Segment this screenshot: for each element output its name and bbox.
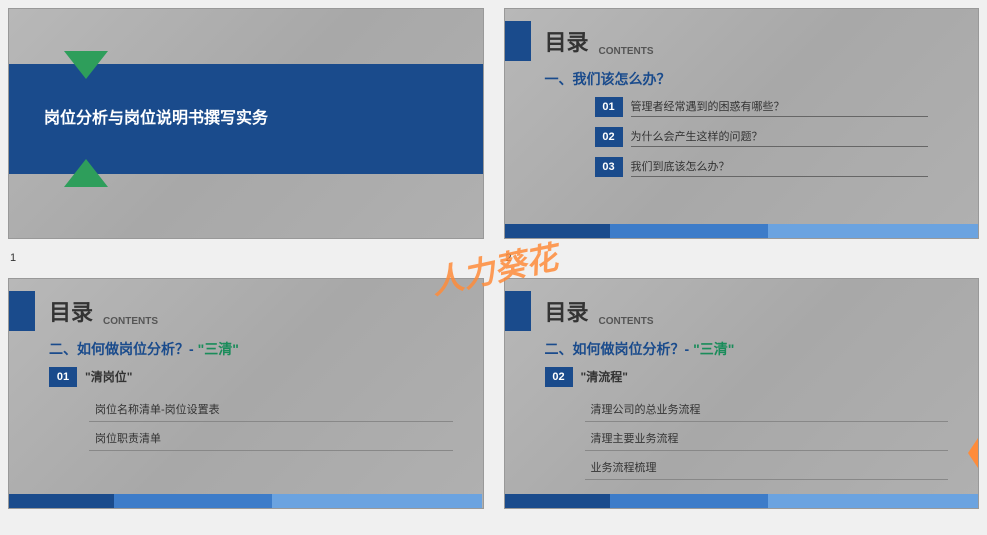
footer-bar bbox=[505, 494, 979, 508]
item-text: 管理者经常遇到的困惑有哪些？ bbox=[631, 98, 929, 117]
header-tab-icon bbox=[9, 291, 35, 331]
sub-text: 岗位名称清单-岗位设置表 bbox=[95, 404, 220, 416]
list-item: 02 "清流程" bbox=[545, 367, 949, 387]
contents-heading: 目录 bbox=[49, 295, 93, 327]
item-number: 02 bbox=[595, 127, 623, 147]
slide-1[interactable]: 岗位分析与岗位说明书撰写实务 bbox=[8, 8, 484, 239]
contents-header: 目录 CONTENTS bbox=[9, 291, 158, 331]
section-text-b: "三清" bbox=[198, 341, 239, 357]
sub-text: 清理公司的总业务流程 bbox=[591, 404, 701, 416]
item-number: 01 bbox=[49, 367, 77, 387]
list-item: 01 管理者经常遇到的困惑有哪些？ bbox=[595, 97, 929, 117]
slide-2[interactable]: 目录 CONTENTS 一、我们该怎么办？ 01 管理者经常遇到的困惑有哪些？ … bbox=[504, 8, 980, 239]
triangle-up-icon bbox=[64, 159, 108, 187]
sub-item: 清理主要业务流程 bbox=[585, 426, 949, 451]
slide-3[interactable]: 目录 CONTENTS 二、如何做岗位分析？- "三清" 01 "清岗位" 岗位… bbox=[8, 278, 484, 509]
section-title: 一、我们该怎么办？ bbox=[545, 69, 671, 89]
corner-marker-icon bbox=[968, 438, 978, 468]
item-text: 我们到底该怎么办？ bbox=[631, 158, 929, 177]
slide-4[interactable]: 目录 CONTENTS 二、如何做岗位分析？- "三清" 02 "清流程" 清理… bbox=[504, 278, 980, 509]
contents-subheading: CONTENTS bbox=[103, 316, 158, 327]
footer-bar bbox=[505, 224, 979, 238]
contents-heading: 目录 bbox=[545, 295, 589, 327]
presentation-title: 岗位分析与岗位说明书撰写实务 bbox=[44, 108, 268, 130]
list-item: 01 "清岗位" bbox=[49, 367, 453, 387]
item-title: "清岗位" bbox=[85, 368, 132, 385]
list-item: 03 我们到底该怎么办？ bbox=[595, 157, 929, 177]
section-title: 二、如何做岗位分析？- "三清" bbox=[49, 339, 239, 359]
title-band: 岗位分析与岗位说明书撰写实务 bbox=[9, 64, 483, 174]
sub-item: 岗位职责清单 bbox=[89, 426, 453, 451]
item-title: "清流程" bbox=[581, 368, 628, 385]
header-tab-icon bbox=[505, 291, 531, 331]
contents-header: 目录 CONTENTS bbox=[505, 291, 654, 331]
sub-item: 清理公司的总业务流程 bbox=[585, 397, 949, 422]
toc-list: 01 "清岗位" 岗位名称清单-岗位设置表 岗位职责清单 bbox=[49, 367, 453, 455]
section-text-a: 二、如何做岗位分析？- bbox=[49, 341, 198, 357]
sub-text: 业务流程梳理 bbox=[591, 462, 657, 474]
triangle-down-icon bbox=[64, 51, 108, 79]
sub-text: 清理主要业务流程 bbox=[591, 433, 679, 445]
sub-item: 业务流程梳理 bbox=[585, 455, 949, 480]
item-number: 03 bbox=[595, 157, 623, 177]
slide-number: 2 bbox=[506, 252, 512, 264]
sub-list: 清理公司的总业务流程 清理主要业务流程 业务流程梳理 bbox=[585, 397, 949, 480]
contents-heading: 目录 bbox=[545, 25, 589, 57]
footer-bar bbox=[9, 494, 483, 508]
item-number: 01 bbox=[595, 97, 623, 117]
contents-subheading: CONTENTS bbox=[599, 316, 654, 327]
sub-item: 岗位名称清单-岗位设置表 bbox=[89, 397, 453, 422]
list-item: 02 为什么会产生这样的问题？ bbox=[595, 127, 929, 147]
item-text: 为什么会产生这样的问题？ bbox=[631, 128, 929, 147]
section-title: 二、如何做岗位分析？- "三清" bbox=[545, 339, 735, 359]
section-text-a: 二、如何做岗位分析？- bbox=[545, 341, 694, 357]
contents-header: 目录 CONTENTS bbox=[505, 21, 654, 61]
toc-list: 01 管理者经常遇到的困惑有哪些？ 02 为什么会产生这样的问题？ 03 我们到… bbox=[595, 97, 929, 187]
header-tab-icon bbox=[505, 21, 531, 61]
contents-subheading: CONTENTS bbox=[599, 46, 654, 57]
sub-list: 岗位名称清单-岗位设置表 岗位职责清单 bbox=[89, 397, 453, 451]
toc-list: 02 "清流程" 清理公司的总业务流程 清理主要业务流程 业务流程梳理 bbox=[545, 367, 949, 484]
sub-text: 岗位职责清单 bbox=[95, 433, 161, 445]
slide-number: 1 bbox=[10, 252, 16, 264]
section-text-b: "三清" bbox=[693, 341, 734, 357]
item-number: 02 bbox=[545, 367, 573, 387]
